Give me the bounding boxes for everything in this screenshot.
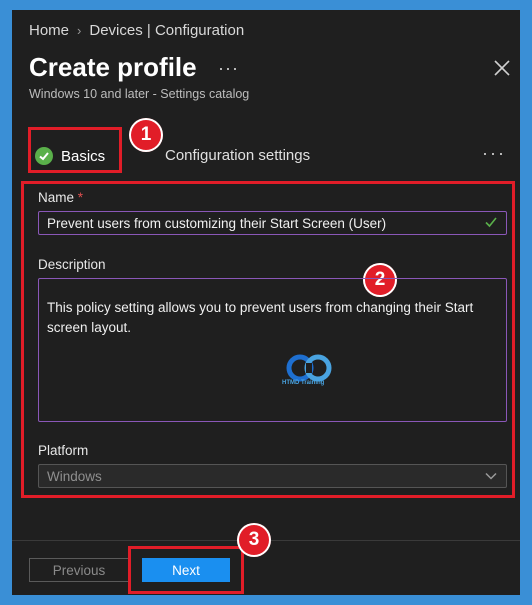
breadcrumb: Home › Devices | Configuration	[29, 22, 244, 39]
annotation-badge-1: 1	[129, 118, 163, 152]
create-profile-panel: Home › Devices | Configuration Create pr…	[12, 10, 520, 595]
breadcrumb-current[interactable]: Devices | Configuration	[89, 22, 244, 39]
annotation-badge-3: 3	[237, 523, 271, 557]
previous-button[interactable]: Previous	[29, 558, 129, 582]
name-label-text: Name	[38, 190, 75, 205]
valid-check-icon	[485, 217, 497, 228]
platform-select: Windows	[38, 464, 507, 488]
breadcrumb-separator: ›	[77, 23, 82, 38]
name-field-label: Name *	[38, 190, 83, 205]
annotation-box-basics	[28, 127, 122, 173]
platform-label: Platform	[38, 443, 89, 458]
description-textarea[interactable]: This policy setting allows you to preven…	[38, 278, 507, 422]
name-input[interactable]: Prevent users from customizing their Sta…	[38, 211, 507, 235]
watermark-text: HTMD Training	[282, 380, 325, 386]
annotation-box-next	[128, 546, 244, 594]
breadcrumb-home[interactable]: Home	[29, 22, 69, 39]
page-title: Create profile	[29, 52, 197, 82]
description-value: This policy setting allows you to preven…	[47, 300, 474, 335]
tab-configuration-settings[interactable]: Configuration settings	[165, 147, 310, 164]
tabs-more-icon[interactable]: ···	[482, 143, 506, 164]
page-subtitle: Windows 10 and later - Settings catalog	[29, 87, 250, 101]
name-input-value: Prevent users from customizing their Sta…	[47, 215, 387, 231]
chevron-down-icon	[485, 472, 497, 480]
platform-value: Windows	[47, 468, 102, 484]
more-options-icon[interactable]: ···	[218, 58, 239, 79]
htmd-logo-icon	[286, 354, 332, 382]
required-marker: *	[77, 190, 84, 205]
description-label: Description	[38, 257, 106, 272]
close-icon[interactable]	[492, 58, 512, 78]
